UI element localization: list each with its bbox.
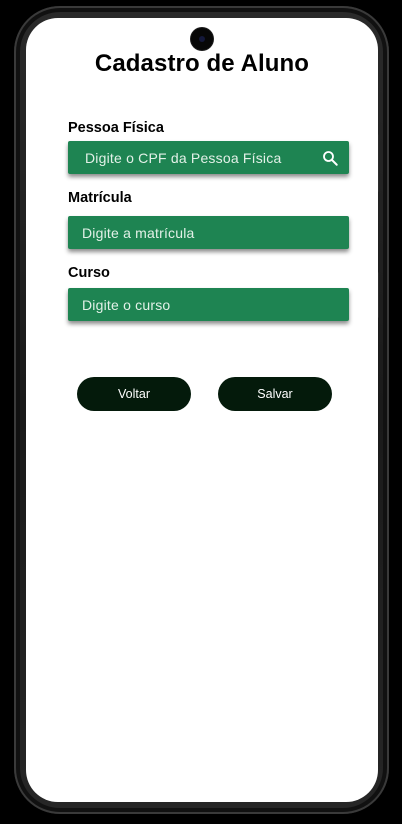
front-camera	[191, 28, 213, 50]
search-button[interactable]	[319, 147, 341, 169]
camera-lens	[199, 36, 205, 42]
app-screen: Cadastro de Aluno Pessoa Física Digite o…	[26, 18, 378, 802]
back-button[interactable]: Voltar	[77, 377, 191, 411]
curso-label: Curso	[68, 265, 110, 281]
curso-input[interactable]: Digite o curso	[68, 288, 349, 321]
matricula-input[interactable]: Digite a matrícula	[68, 216, 349, 249]
page-title: Cadastro de Aluno	[94, 50, 310, 77]
matricula-label: Matrícula	[68, 190, 132, 206]
save-button[interactable]: Salvar	[218, 377, 332, 411]
cpf-placeholder: Digite o CPF da Pessoa Física	[85, 149, 282, 166]
matricula-placeholder: Digite a matrícula	[82, 224, 195, 241]
pessoa-fisica-label: Pessoa Física	[68, 120, 164, 136]
curso-placeholder: Digite o curso	[82, 296, 171, 313]
cpf-input[interactable]: Digite o CPF da Pessoa Física	[68, 141, 349, 174]
search-icon	[323, 151, 338, 166]
